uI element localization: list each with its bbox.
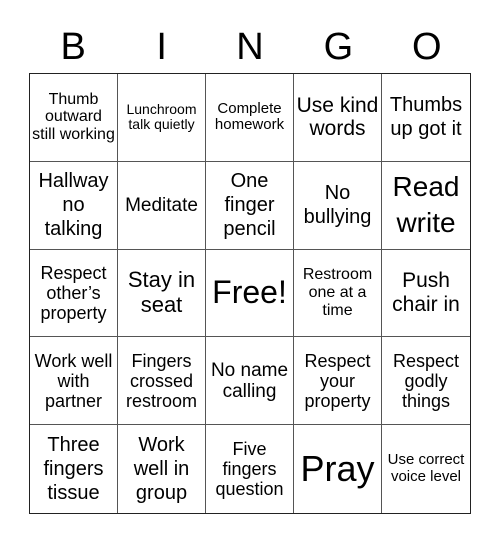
bingo-cell[interactable]: Complete homework	[206, 74, 294, 162]
bingo-cell[interactable]: Respect your property	[294, 337, 382, 426]
header-letter-b: B	[60, 26, 86, 68]
bingo-cell[interactable]: Respect godly things	[382, 337, 470, 426]
bingo-cell[interactable]: Pray	[294, 425, 382, 513]
bingo-grid: Thumb outward still working Lunchroom ta…	[29, 73, 471, 514]
bingo-cell[interactable]: Three fingers tissue	[30, 425, 118, 513]
bingo-cell[interactable]: Respect other’s property	[30, 249, 118, 338]
bingo-cell[interactable]: Restroom one at a time	[294, 249, 382, 338]
bingo-cell[interactable]: Thumbs up got it	[382, 74, 470, 162]
bingo-cell[interactable]: Stay in seat	[118, 249, 206, 338]
bingo-cell[interactable]: Fingers crossed restroom	[118, 337, 206, 426]
bingo-cell[interactable]: Push chair in	[382, 250, 470, 338]
bingo-cell[interactable]: Use correct voice level	[382, 425, 470, 513]
header-letter-n: N	[236, 26, 264, 68]
bingo-cell[interactable]: Thumb outward still working	[30, 74, 118, 162]
bingo-cell[interactable]: Use kind words	[294, 74, 382, 162]
header-letter-g: G	[323, 26, 354, 68]
bingo-header: B I N G O	[29, 22, 471, 72]
header-letter-i: I	[156, 26, 167, 68]
bingo-cell[interactable]: Meditate	[118, 161, 206, 250]
bingo-cell[interactable]: One finger pencil	[206, 161, 294, 250]
bingo-cell[interactable]: Hallway no talking	[30, 161, 118, 250]
bingo-cell[interactable]: Read write	[382, 162, 470, 250]
bingo-cell[interactable]: Work well in group	[118, 425, 206, 513]
bingo-cell[interactable]: Five fingers question	[206, 425, 294, 513]
bingo-cell[interactable]: Lunchroom talk quietly	[118, 74, 206, 162]
bingo-cell[interactable]: No bullying	[294, 161, 382, 250]
header-letter-o: O	[412, 26, 442, 68]
free-space[interactable]: Free!	[206, 249, 294, 338]
bingo-cell[interactable]: Work well with partner	[30, 337, 118, 426]
bingo-cell[interactable]: No name calling	[206, 337, 294, 426]
